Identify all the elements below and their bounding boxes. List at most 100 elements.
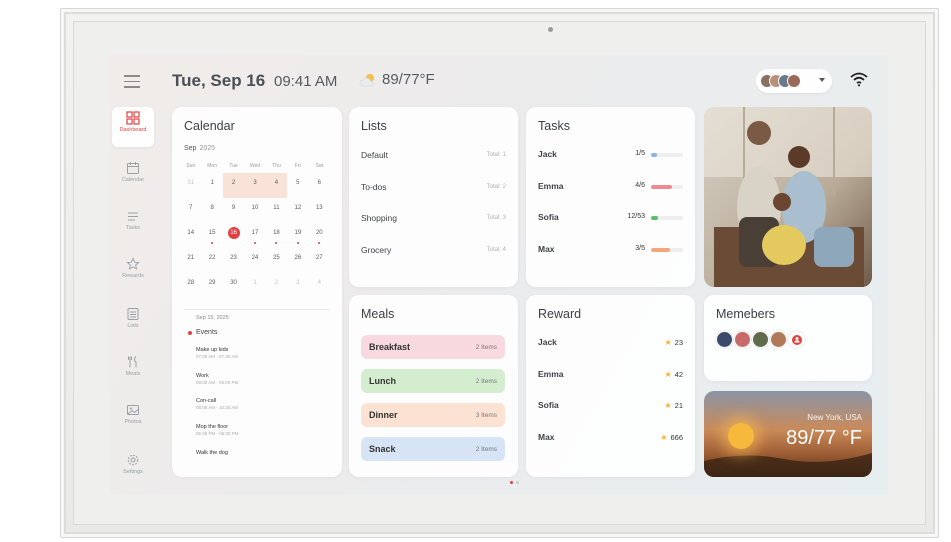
member-avatar[interactable] xyxy=(788,331,805,348)
meal-lunch[interactable]: Lunch 2 Items xyxy=(361,369,505,393)
calendar-day[interactable]: 11 xyxy=(266,198,287,223)
calendar-day[interactable]: 17 xyxy=(244,223,265,248)
calendar-day[interactable]: 8 xyxy=(201,198,222,223)
calendar-day[interactable]: 9 xyxy=(223,198,244,223)
calendar-day[interactable]: 6 xyxy=(309,173,330,198)
tasks-card[interactable]: Tasks Jack 1/5 Emma 4/6 Sofia 12/53 Max 3/5 xyxy=(526,107,695,287)
calendar-day[interactable]: 2 xyxy=(266,273,287,298)
calendar-day[interactable]: 13 xyxy=(309,198,330,223)
meals-card[interactable]: Meals Breakfast 2 Items Lunch 2 Items Dinn… xyxy=(349,295,518,477)
calendar-day[interactable]: 2 xyxy=(222,173,245,198)
event-marker xyxy=(211,242,214,244)
task-row[interactable]: Sofia 12/53 xyxy=(538,210,683,226)
calendar-day[interactable]: 20 xyxy=(309,223,330,248)
sidebar-item-calendar[interactable]: Calendar xyxy=(112,157,154,197)
sidebar-item-settings[interactable]: Settings xyxy=(112,449,154,489)
calendar-day[interactable]: 31 xyxy=(180,173,201,198)
day-number: 28 xyxy=(187,280,195,286)
event-item[interactable]: Work 08:08 AM - 05:00 PM xyxy=(196,373,238,385)
event-item[interactable]: Walk the dog xyxy=(196,450,228,456)
reward-member: Jack xyxy=(538,337,557,347)
weekday-label: Fri xyxy=(294,163,301,169)
calendar-day[interactable]: 26 xyxy=(287,248,308,273)
reward-row[interactable]: Jack ★ 23 xyxy=(538,335,683,351)
reward-points: 666 xyxy=(670,433,683,442)
event-item[interactable]: Make up kids 07:08 AM - 07:30 AM xyxy=(196,347,238,359)
weekday-label: Sat xyxy=(315,163,324,169)
lists-card[interactable]: Lists Default Total: 1 To-dos Total: 2 Sho… xyxy=(349,107,518,287)
calendar-day[interactable]: 28 xyxy=(180,273,201,298)
calendar-day[interactable]: 21 xyxy=(180,248,201,273)
task-row[interactable]: Emma 4/6 xyxy=(538,179,683,195)
meal-dinner[interactable]: Dinner 3 Items xyxy=(361,403,505,427)
calendar-day-today[interactable]: 16 xyxy=(223,223,244,248)
calendar-day[interactable]: 19 xyxy=(287,223,308,248)
member-avatar[interactable] xyxy=(770,331,787,348)
calendar-day[interactable]: 18 xyxy=(266,223,287,248)
member-avatar[interactable] xyxy=(716,331,733,348)
day-number: 27 xyxy=(315,255,323,261)
member-avatar[interactable] xyxy=(734,331,751,348)
calendar-day[interactable]: 14 xyxy=(180,223,201,248)
members-card[interactable]: Memebers xyxy=(704,295,872,381)
calendar-day[interactable]: 30 xyxy=(223,273,244,298)
list-item[interactable]: Default Total: 1 xyxy=(361,147,506,163)
weekday-label: Wed xyxy=(249,163,261,169)
event-item[interactable]: Mop the floor 05:08 PM - 05:30 PM xyxy=(196,424,239,436)
sidebar-item-lists[interactable]: Lists xyxy=(112,303,154,343)
weather-card[interactable]: New York, USA 89/77 °F xyxy=(704,391,872,477)
family-photo[interactable] xyxy=(704,107,872,287)
sidebar-item-label: Settings xyxy=(123,469,143,475)
task-row[interactable]: Jack 1/5 xyxy=(538,147,683,163)
header-weather[interactable]: 89/77°F xyxy=(358,71,435,88)
reward-title: Reward xyxy=(538,307,582,321)
calendar-day[interactable]: 23 xyxy=(223,248,244,273)
calendar-day[interactable]: 15 xyxy=(201,223,222,248)
calendar-day[interactable]: 22 xyxy=(201,248,222,273)
meal-breakfast[interactable]: Breakfast 2 Items xyxy=(361,335,505,359)
calendar-day[interactable]: 1 xyxy=(201,173,222,198)
day-number: 31 xyxy=(187,180,195,186)
calendar-day[interactable]: 5 xyxy=(287,173,308,198)
list-item[interactable]: Shopping Total: 3 xyxy=(361,210,506,226)
list-item[interactable]: To-dos Total: 2 xyxy=(361,179,506,195)
page-dot xyxy=(516,481,519,484)
calendar-day[interactable]: 3 xyxy=(244,173,266,198)
wifi-icon[interactable] xyxy=(850,71,868,87)
calendar-card[interactable]: Calendar Sep 2025 Sun Mon Tue Wed Thu Fri Sat 31… xyxy=(172,107,342,477)
sidebar-item-tasks[interactable]: Tasks xyxy=(112,205,154,245)
sidebar-item-dashboard[interactable]: Dashboard xyxy=(112,107,154,147)
page-indicator[interactable] xyxy=(510,481,519,484)
calendar-day[interactable]: 4 xyxy=(265,173,288,198)
sidebar-item-meals[interactable]: Meals xyxy=(112,351,154,391)
reward-card[interactable]: Reward Jack ★ 23 Emma ★ 42 Sofia ★ 21 Max ★ 666 xyxy=(526,295,695,477)
reward-points: 42 xyxy=(674,370,683,379)
member-avatar[interactable] xyxy=(752,331,769,348)
day-number: 26 xyxy=(294,255,302,261)
calendar-day[interactable]: 27 xyxy=(309,248,330,273)
event-marker xyxy=(275,242,278,244)
meal-name: Dinner xyxy=(369,410,398,420)
reward-row[interactable]: Emma ★ 42 xyxy=(538,367,683,383)
calendar-day[interactable]: 3 xyxy=(287,273,308,298)
event-item[interactable]: Con-call 08:08 AM - 10:30 AM xyxy=(196,398,238,410)
list-item[interactable]: Grocery Total: 4 xyxy=(361,242,506,258)
sidebar-item-photos[interactable]: Photos xyxy=(112,399,154,439)
calendar-day[interactable]: 10 xyxy=(244,198,265,223)
menu-icon[interactable] xyxy=(124,75,140,92)
reward-row[interactable]: Sofia ★ 21 xyxy=(538,398,683,414)
calendar-day[interactable]: 7 xyxy=(180,198,201,223)
calendar-month[interactable]: Sep 2025 xyxy=(184,145,215,152)
calendar-day[interactable]: 25 xyxy=(266,248,287,273)
calendar-day[interactable]: 4 xyxy=(309,273,330,298)
sidebar-item-rewards[interactable]: Rewards xyxy=(112,253,154,293)
calendar-day[interactable]: 24 xyxy=(244,248,265,273)
meal-snack[interactable]: Snack 2 Items xyxy=(361,437,505,461)
reward-row[interactable]: Max ★ 666 xyxy=(538,430,683,446)
calendar-day[interactable]: 29 xyxy=(201,273,222,298)
task-row[interactable]: Max 3/5 xyxy=(538,242,683,258)
calendar-day[interactable]: 12 xyxy=(287,198,308,223)
calendar-day[interactable]: 1 xyxy=(244,273,265,298)
family-switcher[interactable] xyxy=(756,69,832,93)
task-progress-bar xyxy=(651,153,683,157)
